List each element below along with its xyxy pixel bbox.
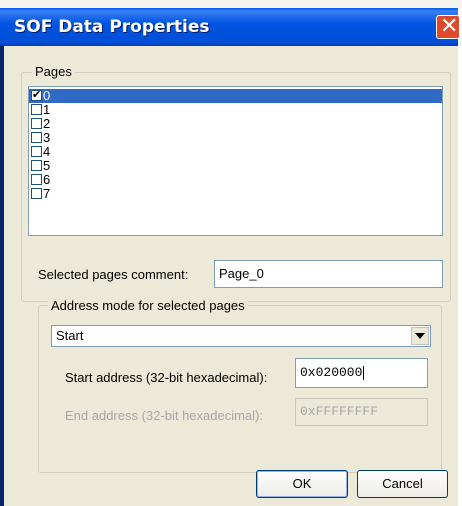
address-mode-select[interactable]: Start: [51, 325, 431, 347]
page-label: 5: [43, 158, 51, 173]
page-checkbox[interactable]: [31, 146, 42, 157]
close-button[interactable]: ✕: [436, 14, 460, 39]
dialog-title: SOF Data Properties: [14, 17, 210, 37]
close-icon: ✕: [440, 14, 459, 39]
list-item[interactable]: 7: [29, 187, 442, 201]
page-label: 1: [43, 102, 51, 117]
address-mode-legend: Address mode for selected pages: [48, 298, 248, 313]
page-checkbox[interactable]: [31, 188, 42, 199]
list-item[interactable]: 5: [29, 159, 442, 173]
page-checkbox[interactable]: [31, 104, 42, 115]
check-icon: ✔: [32, 88, 42, 101]
cancel-button[interactable]: Cancel: [357, 470, 448, 498]
list-item[interactable]: 3: [29, 131, 442, 145]
ok-button[interactable]: OK: [256, 470, 348, 498]
pages-listbox[interactable]: ✔ 0 1 2 3 4 5 6 7: [28, 86, 443, 236]
page-label: 2: [43, 116, 51, 131]
end-address-input: 0xFFFFFFFF: [295, 398, 428, 426]
comment-input[interactable]: Page_0: [214, 260, 443, 288]
page-label: 0: [43, 88, 51, 103]
page-label: 3: [43, 130, 51, 145]
dropdown-button[interactable]: [411, 327, 429, 345]
background-strip: [0, 0, 462, 8]
start-address-input[interactable]: 0x020000: [295, 358, 428, 388]
end-address-label: End address (32-bit hexadecimal):: [65, 408, 263, 423]
page-label: 6: [43, 172, 51, 187]
page-checkbox[interactable]: [31, 118, 42, 129]
dialog-client-area: Pages ✔ 0 1 2 3 4 5 6 7 Selected pages c…: [4, 46, 458, 506]
title-bar[interactable]: SOF Data Properties ✕: [0, 8, 460, 46]
page-checkbox[interactable]: [31, 160, 42, 171]
list-item[interactable]: 1: [29, 103, 442, 117]
dialog-window: SOF Data Properties ✕ Pages ✔ 0 1 2 3 4 …: [0, 8, 460, 506]
chevron-down-icon: [415, 333, 425, 339]
text-caret: [363, 365, 365, 380]
list-item[interactable]: 6: [29, 173, 442, 187]
start-address-label: Start address (32-bit hexadecimal):: [65, 370, 268, 385]
list-item[interactable]: 4: [29, 145, 442, 159]
start-address-value: 0x020000: [300, 365, 363, 380]
pages-legend: Pages: [32, 64, 75, 79]
list-item[interactable]: ✔ 0: [29, 88, 442, 103]
page-label: 7: [43, 186, 51, 201]
page-checkbox[interactable]: ✔: [31, 88, 42, 101]
page-label: 4: [43, 144, 51, 159]
address-mode-value: Start: [56, 328, 84, 343]
list-item[interactable]: 2: [29, 117, 442, 131]
page-checkbox[interactable]: [31, 132, 42, 143]
comment-label: Selected pages comment:: [38, 267, 189, 282]
page-checkbox[interactable]: [31, 174, 42, 185]
